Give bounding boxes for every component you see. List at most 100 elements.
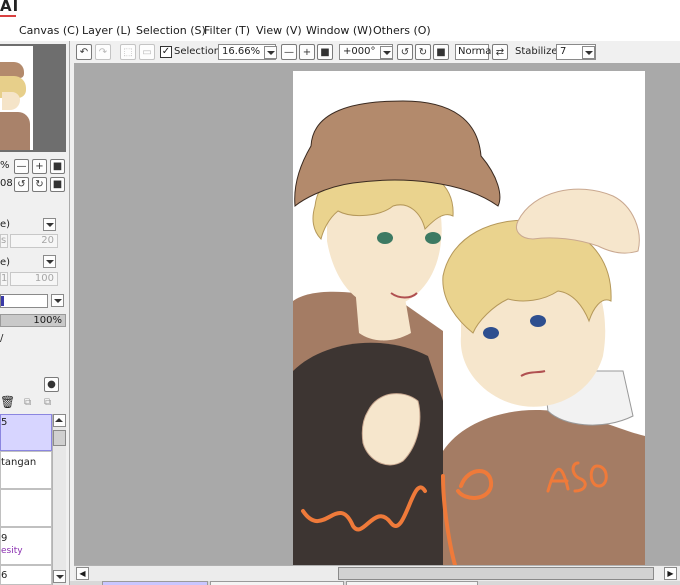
stabilizer-label: Stabilizer [515, 46, 562, 57]
layer-item[interactable]: tangan [0, 451, 52, 489]
copy-layer-icon[interactable]: ⧉ [44, 397, 51, 408]
merge-layer-icon[interactable]: ⧉ [24, 397, 31, 408]
left-figure-eye-right [425, 232, 441, 244]
navigator-preview[interactable] [0, 44, 66, 152]
canvas-area[interactable] [74, 63, 680, 565]
plus-icon: + [302, 46, 312, 58]
document-tab[interactable] [210, 581, 344, 585]
redo-icon: ↷ [98, 46, 108, 58]
scroll-right-arrow[interactable]: ▶ [664, 567, 677, 580]
right-figure-eye-right [530, 315, 546, 327]
menu-window[interactable]: Window (W) [306, 24, 372, 37]
undo-button[interactable]: ↶ [76, 44, 92, 60]
menu-others[interactable]: Others (O) [373, 24, 431, 37]
mode1-value: 20 [41, 235, 54, 246]
invert-selection-button[interactable]: ▭ [139, 44, 155, 60]
nav-rotate-reset-button[interactable]: ■ [50, 177, 65, 192]
plus-icon: + [35, 160, 44, 172]
layer-name: 6 [1, 570, 8, 581]
layer-name: tangan [1, 457, 37, 468]
deselect-button[interactable]: ⬚ [120, 44, 136, 60]
canvas-scroll-thumb[interactable] [338, 567, 654, 580]
menu-view[interactable]: View (V) [256, 24, 302, 37]
title-accent-line [0, 15, 16, 17]
mode2-value-partial-box: 1 [0, 272, 8, 286]
layer-name: 9 [1, 533, 8, 544]
layer-sub-label: esity [1, 546, 23, 556]
menu-bar: Canvas (C) Layer (L) Selection (S) Filte… [0, 20, 680, 41]
left-panel: % — + ■ 08 ↺ ↻ ■ e) s 20 e) 1 100 100% /… [0, 41, 70, 585]
minus-icon: — [16, 160, 27, 172]
mode1-dropdown-arrow[interactable] [43, 218, 56, 231]
layer-lock-button[interactable]: ● [44, 377, 59, 392]
zoom-reset-button[interactable]: ■ [317, 44, 333, 60]
nav-zoom-in-button[interactable]: + [32, 159, 47, 174]
layer-mode-field[interactable] [0, 294, 48, 308]
rotate-right-button[interactable]: ↻ [415, 44, 431, 60]
app-title: AI [0, 0, 20, 15]
nav-rotate-left-button[interactable]: ↺ [14, 177, 29, 192]
layer-name: 5 [1, 417, 8, 428]
layer-item[interactable]: 6 [0, 565, 52, 585]
layer-item[interactable]: 9 esity [0, 527, 52, 565]
misc-partial: / [0, 333, 4, 344]
deselect-icon: ⬚ [123, 46, 133, 58]
flip-icon: ⇄ [495, 46, 505, 58]
menu-filter[interactable]: Filter (T) [204, 24, 250, 37]
document-tab[interactable] [346, 581, 478, 585]
mode2-value-partial: 1 [1, 273, 8, 284]
flip-button[interactable]: ⇄ [492, 44, 508, 60]
redo-button[interactable]: ↷ [95, 44, 111, 60]
artwork-illustration [293, 100, 645, 565]
zoom-dropdown-arrow[interactable] [264, 46, 277, 59]
rotate-left-icon: ↺ [400, 46, 410, 58]
rotate-left-icon: ↺ [17, 178, 26, 190]
rotate-left-button[interactable]: ↺ [397, 44, 413, 60]
zoom-out-button[interactable]: — [281, 44, 297, 60]
artwork-canvas[interactable] [293, 71, 645, 565]
checkmark-icon: ✓ [161, 46, 171, 57]
rotation-dropdown-arrow[interactable] [380, 46, 393, 59]
rotate-right-icon: ↻ [418, 46, 428, 58]
document-tab-active[interactable] [102, 581, 208, 585]
layer-item-selected[interactable]: 5 [0, 414, 52, 451]
reset-square-icon: ■ [436, 46, 446, 58]
mode1-value-partial-box: s [0, 234, 8, 248]
nav-zoom-out-button[interactable]: — [14, 159, 29, 174]
mode2-dropdown-arrow[interactable] [43, 255, 56, 268]
nav-zoom-reset-button[interactable]: ■ [50, 159, 65, 174]
navigator-thumbnail [0, 46, 33, 150]
layer-opacity-bar[interactable]: 100% [0, 314, 66, 327]
menu-selection[interactable]: Selection (S) [136, 24, 206, 37]
menu-layer[interactable]: Layer (L) [82, 24, 131, 37]
right-figure-jacket [443, 410, 645, 565]
mode2-value: 100 [34, 273, 54, 284]
rotation-value: +000° [343, 46, 376, 57]
zoom-in-button[interactable]: + [299, 44, 315, 60]
left-figure-eye-left [377, 232, 393, 244]
scroll-down-arrow[interactable] [53, 570, 66, 583]
layer-list-scrollbar[interactable] [52, 414, 66, 585]
menu-canvas[interactable]: Canvas (C) [19, 24, 79, 37]
rotation-reset-button[interactable]: ■ [433, 44, 449, 60]
rotate-right-icon: ↻ [35, 178, 44, 190]
layer-scroll-thumb[interactable] [53, 430, 66, 446]
nav-zoom-partial: % [0, 160, 10, 171]
stabilizer-value: 7 [560, 46, 567, 57]
nav-rotate-right-button[interactable]: ↻ [32, 177, 47, 192]
selection-checkbox[interactable]: ✓ [160, 46, 172, 58]
invert-selection-icon: ▭ [142, 46, 152, 58]
thumb-face-shape [2, 92, 20, 110]
layer-opacity-value: 100% [33, 315, 62, 326]
scroll-up-arrow[interactable] [53, 414, 66, 427]
canvas-horizontal-scrollbar[interactable]: ◀ ▶ [74, 565, 680, 581]
reset-square-icon: ■ [320, 46, 330, 58]
layer-mode-dropdown-arrow[interactable] [51, 294, 64, 307]
blend-mode-button[interactable]: Normal [455, 44, 494, 60]
trash-icon[interactable]: 🗑 [0, 395, 15, 409]
stabilizer-dropdown-arrow[interactable] [582, 46, 595, 59]
nav-angle-partial: 08 [0, 178, 13, 189]
layer-item[interactable] [0, 489, 52, 527]
reset-square-icon: ■ [52, 160, 63, 172]
scroll-left-arrow[interactable]: ◀ [76, 567, 89, 580]
